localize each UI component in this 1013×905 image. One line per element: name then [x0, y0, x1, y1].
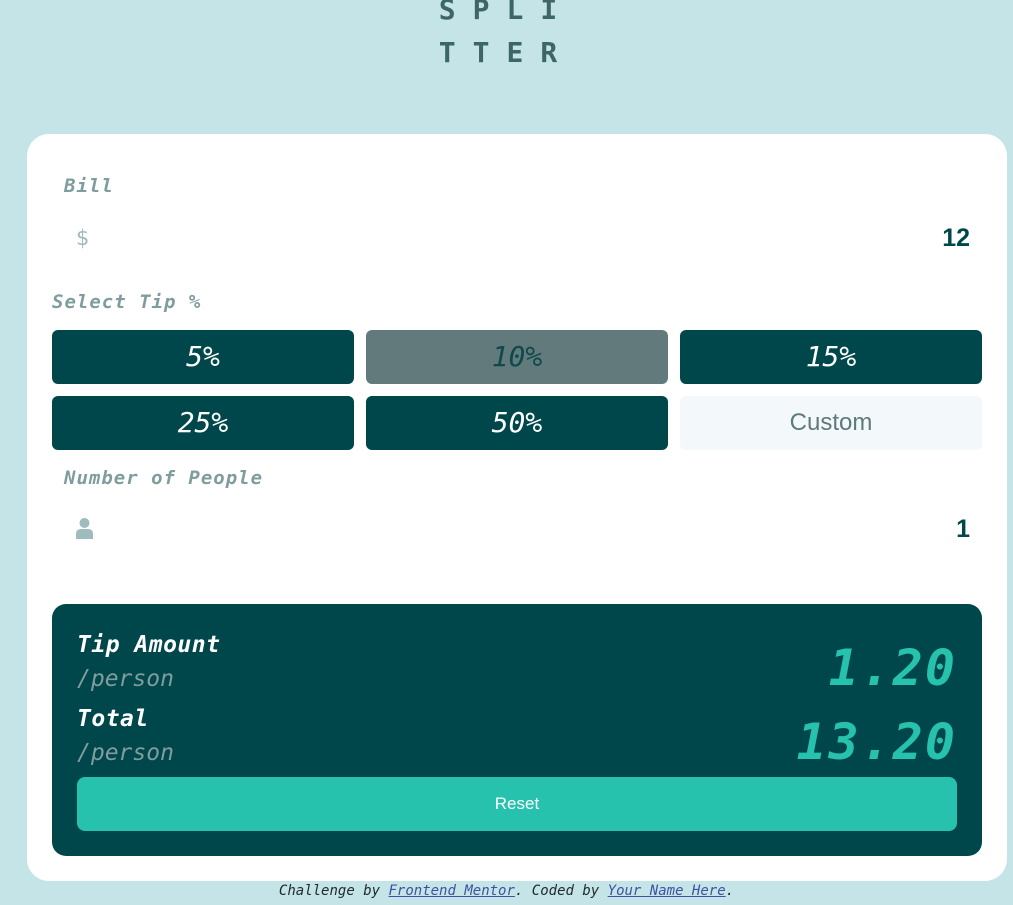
tip-button-5[interactable]: 5% — [52, 330, 354, 384]
tip-amount-title: Tip Amount — [77, 632, 221, 658]
bill-value: 12 — [942, 224, 970, 252]
tip-amount-sub: /person — [77, 666, 174, 692]
total-value: 13.20 — [796, 713, 957, 771]
total-sub: /person — [77, 740, 174, 766]
attribution: Challenge by Frontend Mentor. Coded by Y… — [0, 882, 1013, 900]
bill-label: Bill — [64, 175, 114, 197]
reset-button[interactable]: Reset — [77, 777, 957, 831]
tip-button-10[interactable]: 10% — [366, 330, 668, 384]
total-title: Total — [77, 706, 149, 732]
logo-line-1: SPLI — [438, 0, 575, 26]
people-input[interactable]: 1 — [64, 505, 970, 553]
attribution-prefix: Challenge by — [278, 883, 389, 899]
logo-line-2: TTER — [438, 36, 575, 69]
person-icon — [76, 517, 93, 539]
bill-input[interactable]: $ 12 — [64, 214, 970, 262]
author-link[interactable]: Your Name Here — [608, 883, 726, 899]
tip-button-50[interactable]: 50% — [366, 396, 668, 450]
tip-button-15[interactable]: 15% — [680, 330, 982, 384]
people-value: 1 — [956, 515, 970, 543]
custom-tip-input[interactable]: Custom — [680, 396, 982, 450]
dollar-icon: $ — [76, 226, 90, 250]
attribution-suffix: . — [725, 883, 735, 899]
results-panel: Tip Amount /person 1.20 Total /person 13… — [52, 604, 982, 856]
tip-button-25[interactable]: 25% — [52, 396, 354, 450]
tip-label: Select Tip % — [52, 291, 202, 313]
people-label: Number of People — [64, 467, 264, 489]
frontend-mentor-link[interactable]: Frontend Mentor — [388, 883, 514, 899]
calculator-card: Bill $ 12 Select Tip % 5% 10% 15% 25% 50… — [27, 134, 1007, 881]
attribution-middle: . Coded by — [514, 883, 608, 899]
tip-amount-value: 1.20 — [828, 639, 957, 697]
